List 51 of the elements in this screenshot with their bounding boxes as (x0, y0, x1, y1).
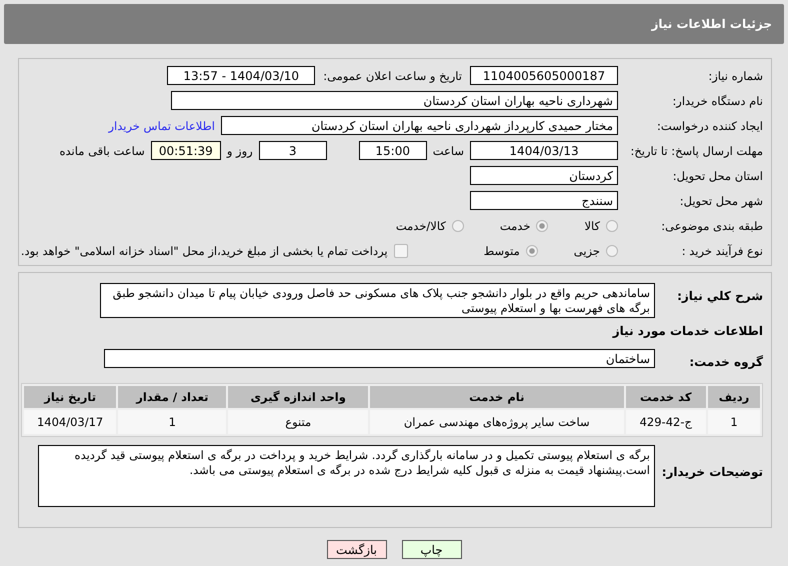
column-header: کد خدمت (626, 386, 706, 408)
deadline-time-field: 15:00 (358, 141, 427, 160)
requester-field: مختار حمیدی کارپرداز شهرداری ناحیه بهاران استان کردستان (221, 116, 618, 135)
field-label: نوع فرآیند خرید : (680, 244, 763, 258)
days-field: 3 (258, 141, 327, 160)
field-label: نام دستگاه خریدار: (671, 94, 763, 108)
province-field: کردستان (470, 166, 618, 185)
field-label: استان محل تحویل: (672, 168, 763, 182)
column-header: ردیف (708, 386, 760, 408)
buyer-contact-link[interactable]: اطلاعات تماس خریدار (108, 118, 215, 132)
table-cell: ساخت سایر پروژه‌های مهندسی عمران (370, 410, 624, 434)
buyer-org-field: شهرداری ناحیه بهاران استان کردستان (171, 91, 618, 110)
deadline-date-field: 1404/03/13 (470, 141, 618, 160)
field-label: شهر محل تحویل: (678, 194, 763, 208)
remaining-time-field: 00:51:39 (150, 141, 221, 160)
field-label: شرح کلي نياز: (676, 289, 763, 303)
column-header: تعداد / مقدار (118, 386, 226, 408)
announce-date-field: 1404/03/10 - 13:57 (167, 66, 316, 85)
radio-label: خدمت (500, 218, 530, 232)
section-heading: اطلاعات خدمات مورد نیاز (611, 324, 763, 338)
field-label: ایجاد کننده درخواست: (656, 118, 763, 132)
checkbox-label: پرداخت تمام یا بخشی از مبلغ خرید،از محل "اسناد خزانه اسلامی" خواهد بود. (20, 244, 388, 258)
field-label: مهلت ارسال پاسخ: تا تاریخ: (629, 144, 763, 158)
table-cell: 1 (708, 410, 760, 434)
field-label: تاریخ و ساعت اعلان عمومی: (323, 68, 462, 82)
column-header: واحد اندازه گیری (228, 386, 368, 408)
field-label: گروه خدمت: (688, 354, 763, 368)
table-cell: 1404/03/17 (24, 410, 116, 434)
field-label: طبقه بندی موضوعی: (660, 218, 763, 232)
radio-label: جزیی (574, 244, 600, 258)
back-button[interactable]: بازگشت (326, 540, 386, 559)
remaining-label: ساعت باقی مانده (60, 144, 145, 158)
need-number-field: 1104005605000187 (470, 66, 618, 85)
table-cell: ج-42-429 (626, 410, 706, 434)
radio-label: متوسط (484, 244, 520, 258)
buyer-notes-textarea[interactable]: برگه ی استعلام پیوستی تکمیل و در سامانه بارگذاری گردد. شرایط خرید و پرداخت در برگه ی استعلام پیوستی قید گردیده است.پیشنهاد قیمت به منزله ی قبول کلیه شرایط درج شده در برگه ی استعلام پیوستی می باشد. (38, 445, 655, 507)
time-label: ساعت (432, 144, 464, 158)
table-cell: 1 (118, 410, 226, 434)
city-field: سنندج (470, 191, 618, 210)
radio-label: کالا/خدمت (396, 218, 446, 232)
summary-textarea[interactable]: ساماندهی حریم واقع در بلوار دانشجو جنب پلاک های مسکونی حد فاصل ورودی خیابان پیام تا میدان دانشجو طبق برگه های فهرست بها و استعلام پیوستی (100, 283, 655, 318)
field-label: توضیحات خریدار: (660, 465, 763, 479)
column-header: نام خدمت (370, 386, 624, 408)
page-title: جزئیات اطلاعات نیاز (651, 17, 772, 31)
column-header: تاریخ نیاز (24, 386, 116, 408)
print-button[interactable]: چاپ (402, 540, 462, 559)
table-cell: متنوع (228, 410, 368, 434)
field-label: شماره نیاز: (707, 68, 763, 82)
radio-label: کالا (584, 218, 600, 232)
days-label: روز و (226, 144, 253, 158)
service-group-field: ساختمان (104, 349, 655, 368)
